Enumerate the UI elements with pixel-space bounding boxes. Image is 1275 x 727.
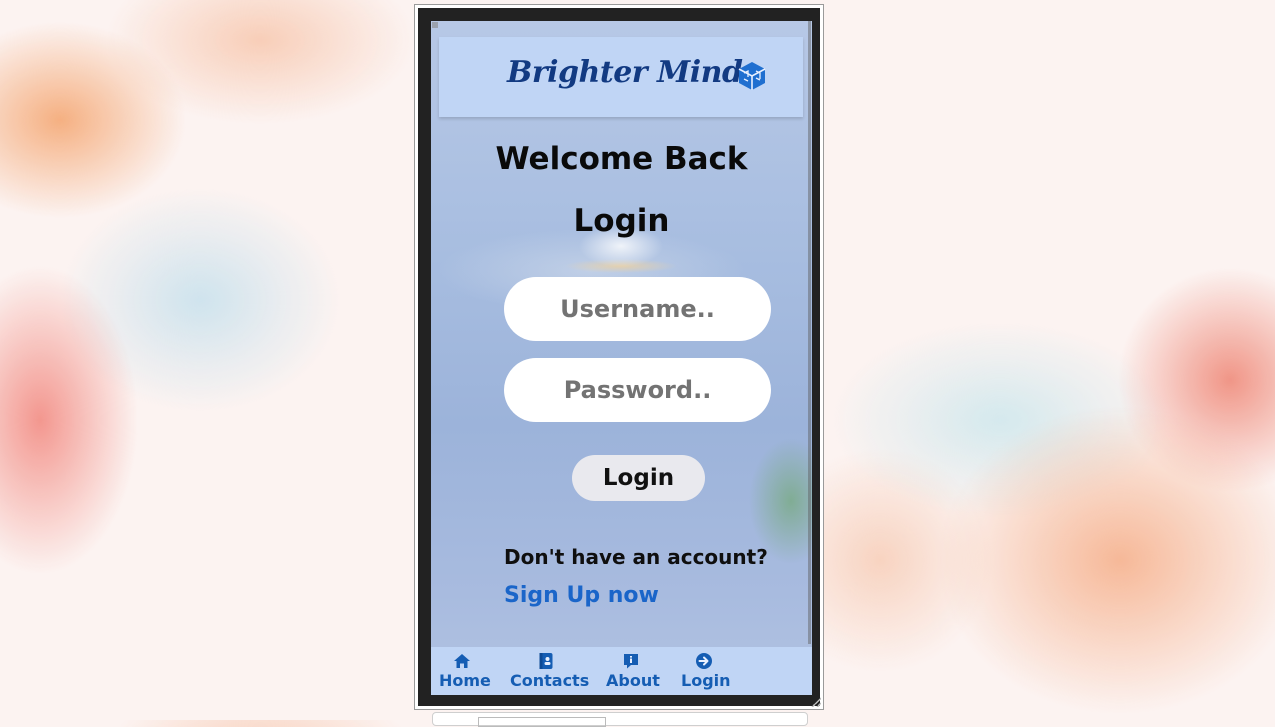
bottom-nav: Home Contacts About Login [431,647,812,695]
scrollbar[interactable] [808,21,811,644]
nav-item-login[interactable]: Login [681,651,731,690]
contacts-icon [539,653,553,669]
info-icon [624,654,638,669]
password-input[interactable] [504,358,771,422]
welcome-heading: Welcome Back [495,141,748,177]
resize-grip[interactable] [811,697,821,707]
app-header: Brighter Minds [439,37,803,117]
no-account-text: Don't have an account? [504,545,768,569]
home-icon [454,654,470,668]
cube-logo-icon [738,62,766,90]
nav-label-home: Home [439,671,491,690]
login-heading: Login [573,203,670,239]
nav-label-about: About [606,671,660,690]
nav-item-home[interactable]: Home [439,651,491,690]
nav-item-contacts[interactable]: Contacts [510,651,590,690]
corner-marker [432,22,438,28]
nav-item-about[interactable]: About [606,651,660,690]
nav-label-contacts: Contacts [510,671,590,690]
device-bezel: Brighter Minds Welcome Back Login Login … [418,8,820,706]
brand-title: Brighter Minds [507,55,759,90]
username-input[interactable] [504,277,771,341]
login-button[interactable]: Login [572,455,705,501]
signup-link[interactable]: Sign Up now [504,583,659,608]
login-arrow-icon [696,653,712,669]
phone-frame: Brighter Minds Welcome Back Login Login … [414,4,824,710]
below-page-panel [432,712,808,727]
nav-label-login: Login [681,671,731,690]
below-page-field [478,717,606,727]
app-screen: Brighter Minds Welcome Back Login Login … [431,21,812,695]
